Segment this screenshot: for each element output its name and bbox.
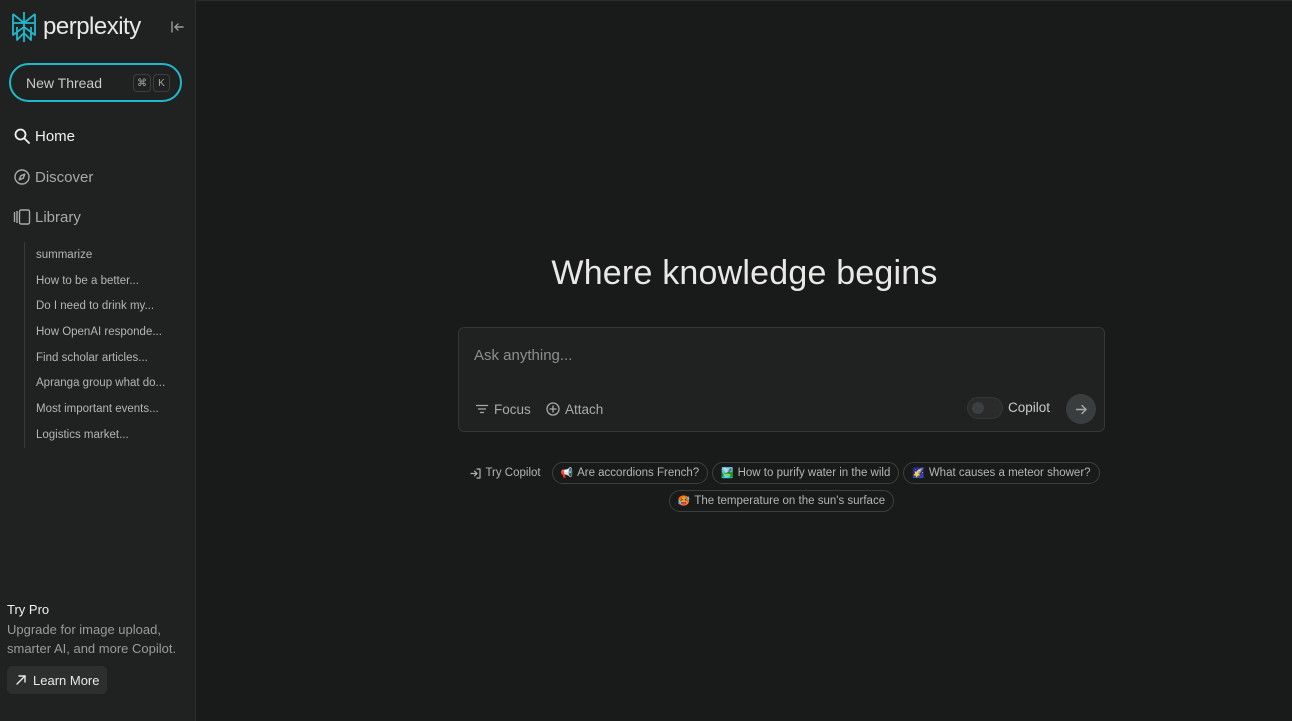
thread-item[interactable]: summarize [25, 242, 188, 268]
try-pro-title: Try Pro [7, 602, 50, 617]
collapse-sidebar-icon[interactable] [168, 18, 186, 36]
suggestion-label: What causes a meteor shower? [928, 467, 1091, 479]
learn-more-button[interactable]: Learn More [7, 666, 108, 694]
shortcut-k-key: K [153, 74, 170, 92]
filter-icon [475, 404, 489, 414]
new-thread-label: New Thread [26, 74, 103, 91]
arrow-right-icon [1075, 404, 1087, 414]
thread-item[interactable]: Logistics market... [25, 422, 188, 448]
try-pro-panel: Try Pro Upgrade for image upload, smarte… [7, 602, 187, 694]
hot-face-icon: 🥵 [677, 495, 691, 507]
megaphone-icon: 📢 [560, 467, 574, 479]
ask-input[interactable] [474, 344, 1074, 366]
shooting-star-icon: 🌠 [912, 467, 925, 479]
try-copilot-link[interactable]: Try Copilot [463, 462, 547, 484]
suggestion-chip[interactable]: 📢 Are accordions French? [551, 462, 709, 484]
suggestion-label: Are accordions French? [577, 467, 700, 479]
thread-item[interactable]: Most important events... [25, 396, 188, 422]
suggestion-row: 🥵 The temperature on the sun's surface [458, 490, 1105, 512]
landscape-icon: 🏞️ [721, 467, 734, 479]
copilot-toggle-knob [972, 402, 984, 414]
nav-discover-label: Discover [35, 168, 94, 186]
compass-icon [14, 169, 30, 185]
perplexity-logo-icon [12, 12, 36, 42]
try-copilot-label: Try Copilot [485, 467, 541, 479]
nav-home-label: Home [35, 127, 76, 145]
new-thread-button[interactable]: New Thread ⌘ K [9, 63, 182, 102]
thread-item[interactable]: Apranga group what do... [25, 370, 188, 396]
suggestion-label: How to purify water in the wild [737, 467, 891, 479]
learn-more-label: Learn More [33, 672, 100, 688]
nav-library-label: Library [35, 208, 81, 226]
shortcut-cmd-key: ⌘ [133, 74, 151, 92]
page-title: Where knowledge begins [551, 254, 938, 292]
nav-home[interactable]: Home [13, 124, 75, 148]
suggestion-chip[interactable]: 🥵 The temperature on the sun's surface [668, 490, 895, 512]
sidebar: perplexity New Thread ⌘ K Home Discover [0, 0, 196, 721]
main-content: Where knowledge begins Focus Attach Copi… [197, 0, 1292, 721]
attach-button[interactable]: Attach [546, 400, 603, 418]
thread-item[interactable]: How OpenAI responde... [25, 319, 188, 345]
brand-name: perplexity [43, 13, 141, 40]
submit-button[interactable] [1066, 394, 1096, 424]
suggestion-row: Try Copilot 📢 Are accordions French? 🏞️ … [458, 462, 1105, 484]
arrow-up-right-icon [16, 675, 26, 685]
logo[interactable]: perplexity [10, 10, 186, 44]
library-thread-list: summarize How to be a better... Do I nee… [24, 242, 188, 448]
nav-discover[interactable]: Discover [13, 165, 93, 189]
suggestion-chip[interactable]: 🌠 What causes a meteor shower? [903, 462, 1100, 484]
suggestion-label: The temperature on the sun's surface [694, 495, 886, 507]
thread-item[interactable]: How to be a better... [25, 268, 188, 294]
thread-item[interactable]: Do I need to drink my... [25, 293, 188, 319]
try-pro-description: Upgrade for image upload, smarter AI, an… [7, 622, 177, 656]
copilot-label: Copilot [1008, 400, 1051, 415]
thread-item[interactable]: Find scholar articles... [25, 345, 188, 371]
suggestion-chips: Try Copilot 📢 Are accordions French? 🏞️ … [458, 462, 1105, 518]
focus-label: Focus [494, 401, 531, 417]
nav-library[interactable]: Library [13, 205, 81, 229]
focus-button[interactable]: Focus [475, 400, 531, 418]
library-icon [13, 209, 31, 225]
suggestion-chip[interactable]: 🏞️ How to purify water in the wild [712, 462, 900, 484]
copilot-toggle[interactable] [967, 397, 1003, 419]
search-icon [14, 128, 30, 144]
attach-label: Attach [565, 401, 604, 417]
arrow-enter-icon [470, 467, 482, 479]
ask-box: Focus Attach Copilot [458, 327, 1105, 432]
plus-circle-icon [546, 402, 560, 416]
